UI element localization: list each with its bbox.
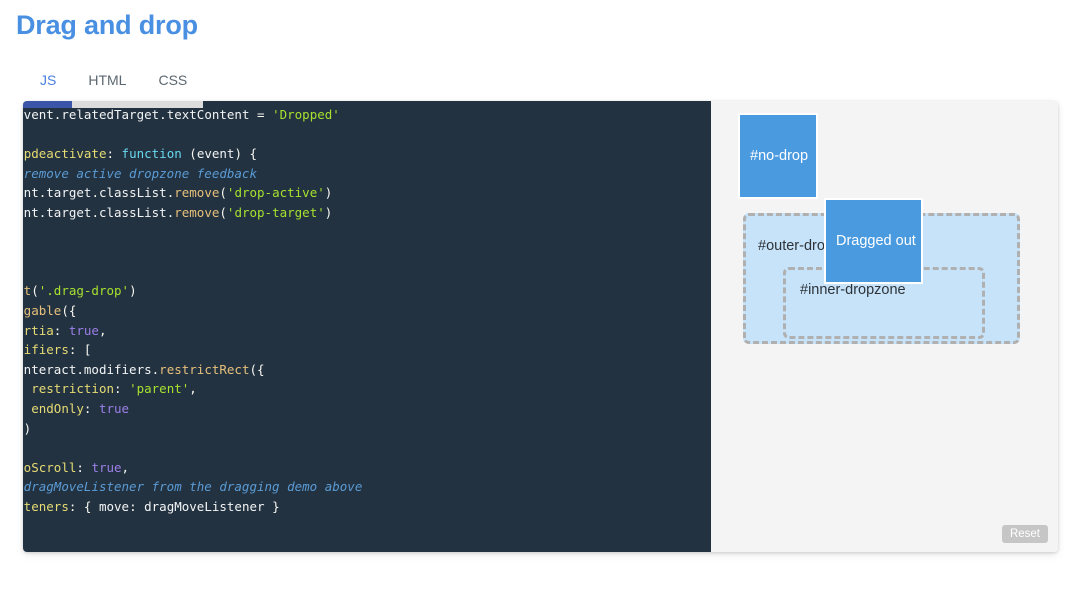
code-block[interactable]: event.relatedTarget.textContent = 'Dropp…	[23, 105, 362, 536]
page-title: Drag and drop	[16, 10, 198, 40]
inner-dropzone-label: #inner-dropzone	[800, 282, 906, 298]
drag-and-drop-demo-pane: #outer-dropzone #inner-dropzone #no-drop…	[711, 101, 1058, 552]
reset-button[interactable]: Reset	[1001, 525, 1048, 543]
code-editor-pane: event.relatedTarget.textContent = 'Dropp…	[23, 101, 711, 552]
demo-card: event.relatedTarget.textContent = 'Dropp…	[23, 101, 1058, 552]
code-tab-bar: JS HTML CSS	[24, 72, 203, 94]
tab-html[interactable]: HTML	[72, 72, 142, 94]
no-drop-box-label: #no-drop	[750, 148, 809, 164]
drag-drop-draggable-box[interactable]: Dragged out	[824, 198, 923, 284]
tab-css[interactable]: CSS	[142, 72, 203, 94]
no-drop-draggable-box[interactable]: #no-drop	[738, 113, 818, 199]
drag-drop-box-label: Dragged out	[836, 233, 916, 249]
tab-js[interactable]: JS	[24, 72, 72, 94]
